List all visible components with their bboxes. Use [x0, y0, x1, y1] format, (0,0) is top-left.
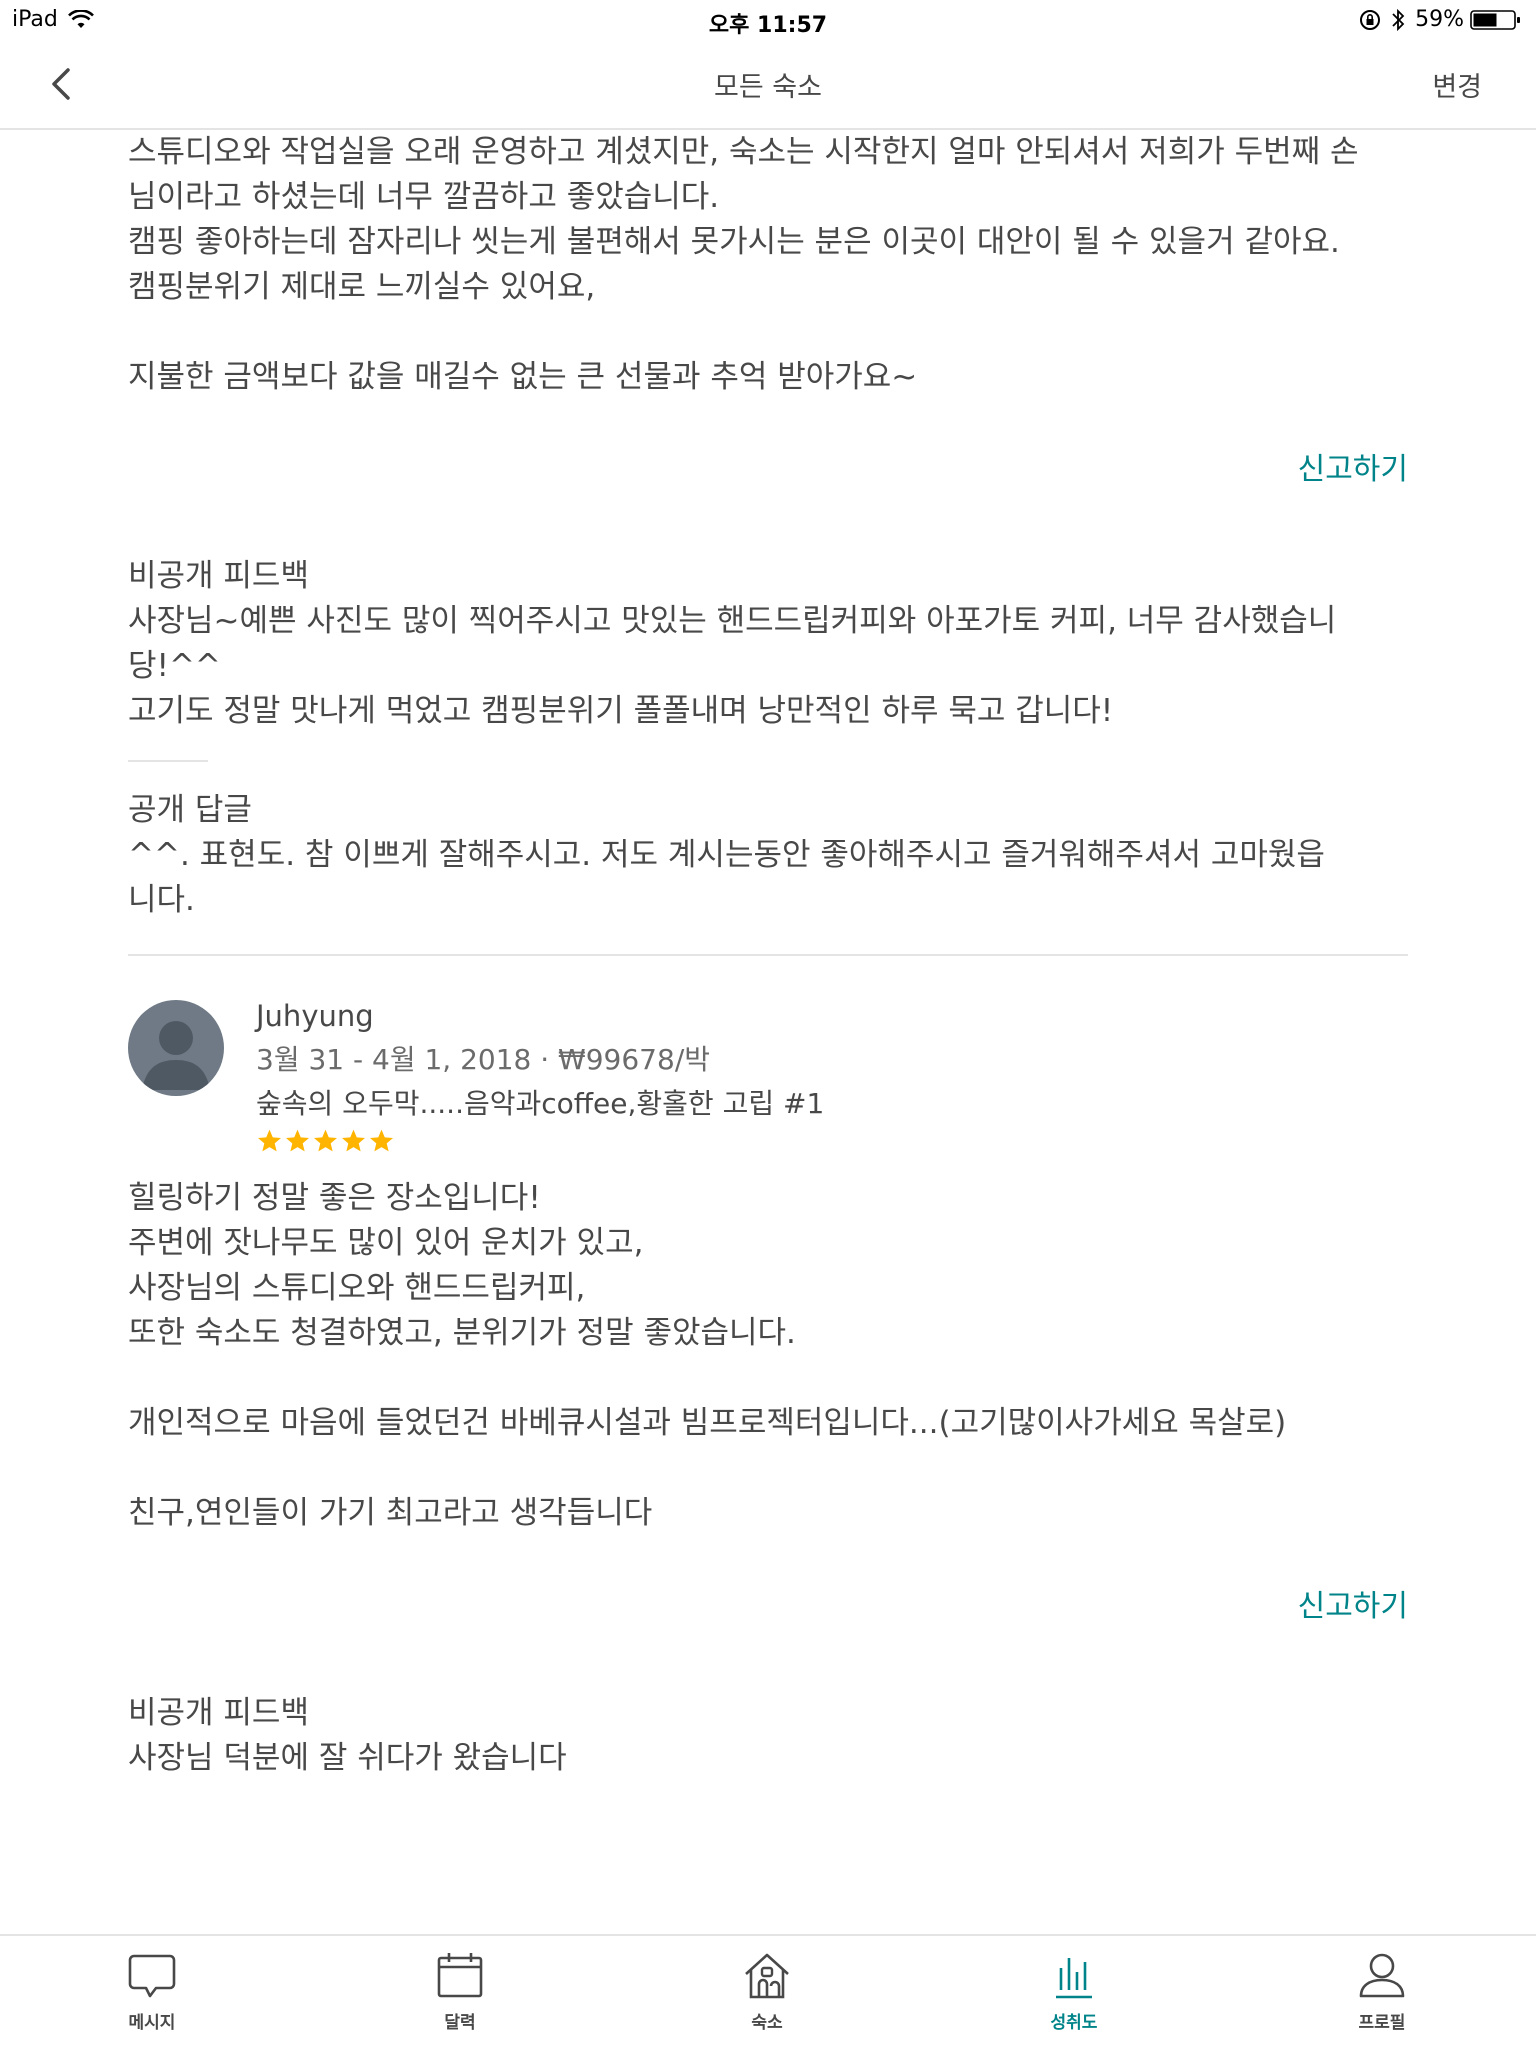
- star-rating: [256, 1128, 824, 1154]
- private-feedback-heading: 비공개 피드백: [128, 558, 309, 594]
- review-line: 스튜디오와 작업실을 오래 운영하고 계셨지만, 숙소는 시작한지 얼마 안되셔…: [128, 134, 1359, 170]
- report-link[interactable]: 신고하기: [128, 1584, 1408, 1629]
- battery-percent: 59%: [1415, 7, 1464, 32]
- reply-line: 니다.: [128, 882, 195, 918]
- review-line: 또한 숙소도 청결하였고, 분위기가 정말 좋았습니다.: [128, 1315, 796, 1351]
- tab-messages[interactable]: 메시지: [92, 1950, 212, 2033]
- reviews-list[interactable]: 스튜디오와 작업실을 오래 운영하고 계셨지만, 숙소는 시작한지 얼마 안되셔…: [128, 130, 1408, 1781]
- page-title: 모든 숙소: [714, 72, 822, 103]
- review-card: Juhyung 3월 31 - 4월 1, 2018 · ₩99678/박 숲속…: [128, 956, 1408, 1781]
- review-line: 힐링하기 정말 좋은 장소입니다!: [128, 1180, 541, 1216]
- message-icon: [128, 1954, 176, 1998]
- rotation-lock-icon: [1360, 9, 1381, 30]
- feedback-line: 당!^^: [128, 648, 221, 684]
- reviewer-info: Juhyung 3월 31 - 4월 1, 2018 · ₩99678/박 숲속…: [256, 994, 824, 1154]
- reviewer-name[interactable]: Juhyung: [256, 994, 824, 1038]
- review-body: 스튜디오와 작업실을 오래 운영하고 계셨지만, 숙소는 시작한지 얼마 안되셔…: [128, 130, 1408, 400]
- bluetooth-icon: [1392, 8, 1405, 31]
- review-line-blank: [128, 1446, 1408, 1491]
- review-line: 캠핑 좋아하는데 잠자리나 씻는게 불편해서 못가시는 분은 이곳이 대안이 될…: [128, 224, 1340, 260]
- star-icon: [342, 1129, 365, 1152]
- stay-dates-price: 3월 31 - 4월 1, 2018 · ₩99678/박: [256, 1043, 711, 1076]
- reply-line: ^^. 표현도. 참 이쁘게 잘해주시고. 저도 계시는동안 좋아해주시고 즐거…: [128, 837, 1325, 873]
- report-link[interactable]: 신고하기: [128, 447, 1408, 492]
- review-line: 지불한 금액보다 값을 매길수 없는 큰 선물과 추억 받아가요~: [128, 359, 918, 395]
- star-icon: [314, 1129, 337, 1152]
- feedback-line: 사장님 덕분에 잘 쉬다가 왔습니다: [128, 1740, 567, 1776]
- review-line-blank: [128, 310, 1408, 355]
- review-line-blank: [128, 1356, 1408, 1401]
- tab-label: 메시지: [128, 2013, 176, 2033]
- battery-icon: [1470, 9, 1520, 30]
- feedback-line: 고기도 정말 맛나게 먹었고 캠핑분위기 폴폴내며 낭만적인 하루 묵고 갑니다…: [128, 693, 1114, 729]
- star-icon: [258, 1129, 281, 1152]
- status-bar: iPad 오후 11:57 59%: [0, 0, 1536, 40]
- listing-name: 숲속의 오두막.....음악과coffee,황홀한 고립 #1: [256, 1087, 825, 1120]
- private-feedback-heading: 비공개 피드백: [128, 1695, 309, 1731]
- tab-calendar[interactable]: 달력: [400, 1950, 520, 2033]
- status-time: 오후 11:57: [708, 13, 828, 38]
- feedback-line: 사장님~예쁜 사진도 많이 찍어주시고 맛있는 핸드드립커피와 아포가토 커피,…: [128, 603, 1337, 639]
- change-button[interactable]: 변경: [1432, 65, 1482, 104]
- private-feedback: 사장님~예쁜 사진도 많이 찍어주시고 맛있는 핸드드립커피와 아포가토 커피,…: [128, 599, 1408, 734]
- tab-progress[interactable]: 성취도: [1014, 1950, 1134, 2033]
- default-avatar-icon: [142, 1021, 210, 1090]
- review-card: 스튜디오와 작업실을 오래 운영하고 계셨지만, 숙소는 시작한지 얼마 안되셔…: [128, 130, 1408, 923]
- review-line: 님이라고 하셨는데 너무 깔끔하고 좋았습니다.: [128, 179, 720, 215]
- bar-chart-icon: [1056, 1958, 1092, 1999]
- star-icon: [286, 1129, 309, 1152]
- tab-label: 달력: [444, 2013, 476, 2033]
- navigation-bar: 모든 숙소 변경: [0, 40, 1536, 130]
- house-icon: [745, 1953, 789, 1999]
- app-root: iPad 오후 11:57 59% 모든 숙소 변경 스튜디오와 작업실을 오래…: [0, 0, 1536, 2048]
- review-line: 친구,연인들이 가기 최고라고 생각듭니다: [128, 1495, 653, 1531]
- review-line: 주변에 잣나무도 많이 있어 운치가 있고,: [128, 1225, 644, 1261]
- tab-label: 프로필: [1358, 2013, 1406, 2033]
- calendar-icon: [437, 1953, 483, 1998]
- tab-label: 성취도: [1050, 2013, 1098, 2033]
- review-line: 개인적으로 마음에 들었던건 바베큐시설과 빔프로젝터입니다...(고기많이사가…: [128, 1405, 1287, 1441]
- profile-icon: [1359, 1953, 1405, 1998]
- private-feedback: 사장님 덕분에 잘 쉬다가 왔습니다: [128, 1736, 1408, 1781]
- tab-bar: 메시지 달력 숙소 성취도 프로필: [0, 1934, 1536, 2048]
- avatar[interactable]: [128, 1000, 224, 1096]
- status-right: 59%: [1359, 7, 1522, 32]
- reviewer-header: Juhyung 3월 31 - 4월 1, 2018 · ₩99678/박 숲속…: [128, 956, 1408, 1152]
- tab-label: 숙소: [751, 2013, 783, 2033]
- star-icon: [370, 1129, 393, 1152]
- tab-listings[interactable]: 숙소: [707, 1950, 827, 2033]
- review-line: 캠핑분위기 제대로 느끼실수 있어요,: [128, 269, 596, 305]
- review-line: 사장님의 스튜디오와 핸드드립커피,: [128, 1270, 586, 1306]
- tab-profile[interactable]: 프로필: [1322, 1950, 1442, 2033]
- public-reply: ^^. 표현도. 참 이쁘게 잘해주시고. 저도 계시는동안 좋아해주시고 즐거…: [128, 833, 1408, 923]
- review-body: 힐링하기 정말 좋은 장소입니다! 주변에 잣나무도 많이 있어 운치가 있고,…: [128, 1176, 1408, 1536]
- public-reply-heading: 공개 답글: [128, 792, 252, 828]
